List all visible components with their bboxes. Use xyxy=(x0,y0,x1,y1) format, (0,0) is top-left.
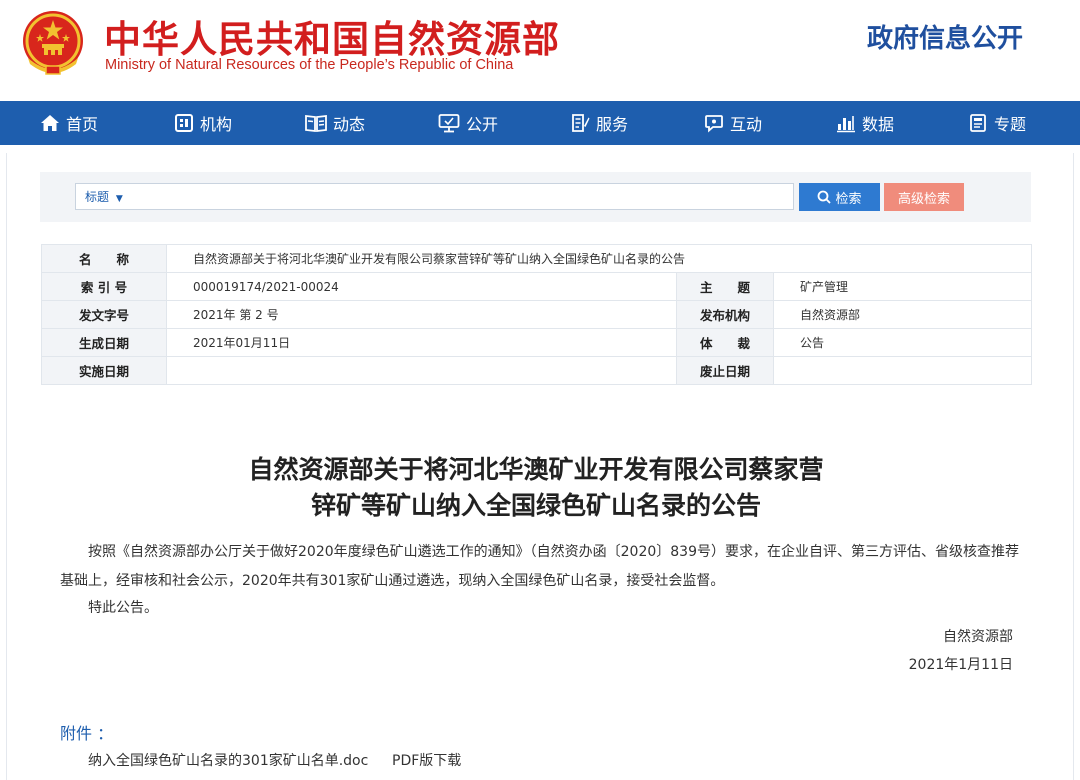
nav-item-topic[interactable]: 专题 xyxy=(968,101,1026,145)
home-icon xyxy=(41,115,59,131)
nav-item-data[interactable]: 数据 xyxy=(836,101,894,145)
search-button-label: 检索 xyxy=(835,190,862,206)
main-nav: 首页 机构 动态 公开 服务 互动 数据 专题 xyxy=(0,101,1080,145)
national-emblem-icon xyxy=(23,11,83,75)
attachment-pdf-link[interactable]: PDF版下载 xyxy=(392,750,461,770)
article-title: 自然资源部关于将河北华澳矿业开发有限公司蔡家营 锌矿等矿山纳入全国绿色矿山名录的… xyxy=(41,452,1031,524)
nav-item-news[interactable]: 动态 xyxy=(305,101,365,145)
meta-genre-value: 公告 xyxy=(772,328,1033,357)
signature-organization: 自然资源部 xyxy=(943,629,1013,645)
attachment-doc-link[interactable]: 纳入全国绿色矿山名录的301家矿山名单.doc xyxy=(88,750,368,770)
service-icon xyxy=(572,114,590,132)
topic-icon xyxy=(970,114,986,132)
nav-item-interaction[interactable]: 互动 xyxy=(704,101,762,145)
nav-item-service[interactable]: 服务 xyxy=(570,101,628,145)
nav-item-label: 专题 xyxy=(994,115,1027,134)
nav-item-label: 互动 xyxy=(730,115,763,134)
table-row: 名 称 自然资源部关于将河北华澳矿业开发有限公司蔡家营锌矿等矿山纳入全国绿色矿山… xyxy=(41,244,1033,273)
meta-name-label: 名 称 xyxy=(41,244,167,273)
meta-index-label: 索 引 号 xyxy=(41,272,167,301)
disclosure-icon xyxy=(438,114,460,133)
meta-expiry-value xyxy=(772,356,1033,385)
attachments-label: 附件 ： xyxy=(60,724,114,743)
news-icon xyxy=(305,114,327,133)
meta-docno-value: 2021年 第 2 号 xyxy=(166,300,677,329)
meta-topic-value: 矿产管理 xyxy=(772,272,1033,301)
meta-effective-value xyxy=(166,356,677,385)
meta-genre-label: 体 裁 xyxy=(676,328,774,357)
nav-item-label: 服务 xyxy=(596,115,629,134)
search-button[interactable]: 检索 xyxy=(799,183,880,211)
signature-date: 2021年1月11日 xyxy=(908,657,1013,673)
search-type-label: 标题 xyxy=(85,190,110,204)
table-row: 生成日期 2021年01月11日 体 裁 公告 xyxy=(41,328,1033,357)
nav-item-label: 首页 xyxy=(66,115,99,134)
advanced-search-button[interactable]: 高级检索 xyxy=(884,183,964,211)
article-paragraph: 按照《自然资源部办公厅关于做好2020年度绿色矿山遴选工作的通知》（自然资办函〔… xyxy=(60,544,1019,589)
table-row: 实施日期 废止日期 xyxy=(41,356,1033,385)
nav-item-home[interactable]: 首页 xyxy=(40,101,98,145)
article-title-line: 锌矿等矿山纳入全国绿色矿山名录的公告 xyxy=(310,491,761,520)
advanced-search-label: 高级检索 xyxy=(897,190,950,206)
nav-item-label: 动态 xyxy=(333,115,366,134)
table-row: 索 引 号 000019174/2021-00024 主 题 矿产管理 xyxy=(41,272,1033,301)
nav-item-disclosure[interactable]: 公开 xyxy=(438,101,498,145)
table-row: 发文字号 2021年 第 2 号 发布机构 自然资源部 xyxy=(41,300,1033,329)
caret-down-icon: ▼ xyxy=(115,194,123,204)
search-type-dropdown[interactable]: 标题 ▼ xyxy=(85,188,123,205)
article-paragraph: 特此公告。 xyxy=(88,600,158,616)
interaction-icon xyxy=(705,115,723,133)
meta-created-value: 2021年01月11日 xyxy=(166,328,677,357)
organization-icon xyxy=(175,114,193,132)
meta-expiry-label: 废止日期 xyxy=(676,356,774,385)
article-title-line: 自然资源部关于将河北华澳矿业开发有限公司蔡家营 xyxy=(248,455,824,484)
meta-docno-label: 发文字号 xyxy=(41,300,167,329)
site-header: 中华人民共和国自然资源部 Ministry of Natural Resourc… xyxy=(0,0,1080,101)
nav-item-label: 机构 xyxy=(200,115,233,134)
meta-publisher-value: 自然资源部 xyxy=(772,300,1033,329)
meta-index-value: 000019174/2021-00024 xyxy=(166,272,677,301)
search-input[interactable] xyxy=(135,184,790,209)
data-chart-icon xyxy=(837,116,855,133)
search-icon xyxy=(818,190,832,204)
meta-topic-label: 主 题 xyxy=(676,272,774,301)
document-metadata-table: 名 称 自然资源部关于将河北华澳矿业开发有限公司蔡家营锌矿等矿山纳入全国绿色矿山… xyxy=(41,244,1033,385)
meta-effective-label: 实施日期 xyxy=(41,356,167,385)
meta-publisher-label: 发布机构 xyxy=(676,300,774,329)
nav-item-label: 数据 xyxy=(862,115,895,134)
meta-created-label: 生成日期 xyxy=(41,328,167,357)
nav-item-organization[interactable]: 机构 xyxy=(174,101,232,145)
gov-info-title[interactable]: 政府信息公开 xyxy=(867,18,1023,55)
nav-item-label: 公开 xyxy=(466,115,499,134)
site-subtitle: Ministry of Natural Resources of the Peo… xyxy=(105,57,514,73)
meta-name-value: 自然资源部关于将河北华澳矿业开发有限公司蔡家营锌矿等矿山纳入全国绿色矿山名录的公… xyxy=(165,244,1033,273)
site-title: 中华人民共和国自然资源部 xyxy=(104,18,560,61)
